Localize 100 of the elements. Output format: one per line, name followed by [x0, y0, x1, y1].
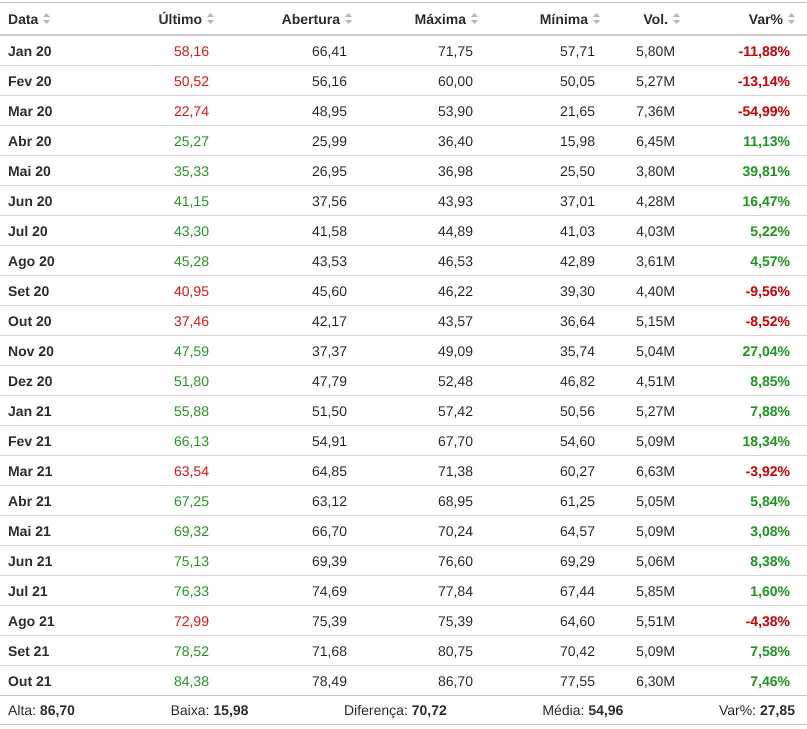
table-cell-text: Fev 21: [7, 432, 53, 448]
table-cell-text: 71,68: [312, 642, 348, 658]
table-cell-text: 67,25: [174, 492, 210, 508]
table-cell-text: 76,33: [174, 582, 210, 598]
table-cell-text: 5,22%: [750, 222, 791, 238]
table-cell-text: 43,93: [438, 192, 474, 208]
table-cell-text: 70,42: [560, 642, 596, 658]
table-cell-text: 50,05: [560, 72, 596, 88]
table-cell-text: 41,03: [560, 222, 596, 238]
table-cell-text: Abr 20: [7, 132, 53, 148]
table-cell-text: 4,40M: [636, 282, 676, 298]
table-cell-text: 49,09: [438, 342, 474, 358]
table-cell-text: 86,70: [438, 672, 474, 688]
sort-icon: [43, 13, 50, 24]
column-header[interactable]: Mínima: [534, 10, 606, 28]
table-cell-text: 5,09M: [636, 642, 676, 658]
table-cell-text: 6,45M: [636, 132, 676, 148]
table-cell-text: 18,34%: [742, 432, 791, 448]
table-cell-text: 43,30: [174, 222, 210, 238]
table-cell-text: Nov 20: [7, 342, 55, 358]
table-cell-text: 66,13: [174, 432, 210, 448]
table-cell-text: 5,09M: [636, 522, 676, 538]
table-cell-text: 25,27: [174, 132, 210, 148]
column-header[interactable]: Abertura: [276, 10, 358, 28]
sort-icon: [673, 13, 680, 24]
table-cell-text: 42,17: [312, 312, 348, 328]
summary-stat: Var%: 27,85: [718, 702, 795, 718]
column-header[interactable]: Máxima: [408, 10, 484, 28]
table-cell-text: 36,64: [560, 312, 596, 328]
table-cell-text: 25,50: [560, 162, 596, 178]
table-cell-text: 64,57: [560, 522, 596, 538]
table-cell-text: Out 21: [7, 672, 53, 688]
table-cell-text: 71,75: [438, 42, 474, 58]
table-cell-text: 35,74: [560, 342, 596, 358]
table-cell-text: Jul 20: [7, 222, 49, 238]
table-cell-text: 45,28: [174, 252, 210, 268]
table-cell-text: 75,39: [312, 612, 348, 628]
column-header[interactable]: Data: [0, 10, 56, 28]
table-cell-text: 51,50: [312, 402, 348, 418]
table-cell-text: 47,59: [174, 342, 210, 358]
table-cell-text: 57,42: [438, 402, 474, 418]
table-cell-text: 5,51M: [636, 612, 676, 628]
table-cell-text: 75,13: [174, 552, 210, 568]
table-cell-text: Mai 20: [7, 162, 52, 178]
table-cell-text: 78,52: [174, 642, 210, 658]
sort-icon: [345, 13, 352, 24]
table-cell-text: 7,36M: [636, 102, 676, 118]
table-cell-text: -9,56%: [746, 282, 791, 298]
table-cell-text: -3,92%: [746, 462, 791, 478]
table-cell-text: 57,71: [560, 42, 596, 58]
table-cell-text: 64,60: [560, 612, 596, 628]
table-cell-text: 55,88: [174, 402, 210, 418]
table-cell-text: 68,95: [438, 492, 474, 508]
table-cell-text: 6,30M: [636, 672, 676, 688]
table-cell-text: 54,91: [312, 432, 348, 448]
table-cell-text: 66,70: [312, 522, 348, 538]
table-cell-text: 46,82: [560, 372, 596, 388]
table-cell-text: 43,57: [438, 312, 474, 328]
summary-stat: Diferença: 70,72: [344, 702, 447, 718]
table-cell-text: -11,88%: [738, 42, 791, 58]
table-cell-text: 44,89: [438, 222, 474, 238]
table-cell-text: 41,58: [312, 222, 348, 238]
table-cell-text: 48,95: [312, 102, 348, 118]
table-cell-text: 54,60: [560, 432, 596, 448]
table-cell-text: 43,53: [312, 252, 348, 268]
table-cell-text: 41,15: [174, 192, 210, 208]
table-cell-text: -54,99%: [738, 102, 791, 118]
table-cell-text: 3,80M: [636, 162, 676, 178]
table-cell-text: 26,95: [312, 162, 348, 178]
table-cell-text: 11,13%: [743, 132, 791, 148]
table-cell-text: Ago 20: [7, 252, 56, 268]
column-header[interactable]: Vol.: [637, 10, 686, 28]
table-cell-text: Set 20: [7, 282, 50, 298]
table-cell-text: Jun 20: [7, 192, 54, 208]
table-cell-text: 53,90: [438, 102, 474, 118]
table-cell-text: 7,88%: [750, 402, 791, 418]
table-cell-text: 3,08%: [750, 522, 791, 538]
table-cell-text: 39,30: [560, 282, 596, 298]
sort-icon: [471, 13, 478, 24]
table-cell-text: 76,60: [438, 552, 474, 568]
table-cell-text: Fev 20: [7, 72, 53, 88]
table-cell-text: 69,39: [312, 552, 348, 568]
table-cell-text: 61,25: [560, 492, 596, 508]
table-cell-text: Mai 21: [7, 522, 52, 538]
table-cell-text: 63,12: [312, 492, 348, 508]
table-cell-text: 25,99: [312, 132, 348, 148]
table-cell-text: 35,33: [174, 162, 210, 178]
table-cell-text: Dez 20: [7, 372, 54, 388]
table-cell-text: 37,01: [560, 192, 596, 208]
table-cell-text: 58,16: [174, 42, 210, 58]
table-cell-text: 36,98: [438, 162, 474, 178]
table-cell-text: 66,41: [312, 42, 348, 58]
table-cell-text: 37,46: [174, 312, 210, 328]
table-cell-text: 42,89: [560, 252, 596, 268]
table-cell-text: 51,80: [174, 372, 210, 388]
column-header[interactable]: Var%: [742, 10, 801, 28]
column-header[interactable]: Último: [152, 10, 220, 28]
table-cell-text: 63,54: [174, 462, 210, 478]
table-cell-text: 7,58%: [750, 642, 791, 658]
table-cell-text: 50,52: [174, 72, 210, 88]
